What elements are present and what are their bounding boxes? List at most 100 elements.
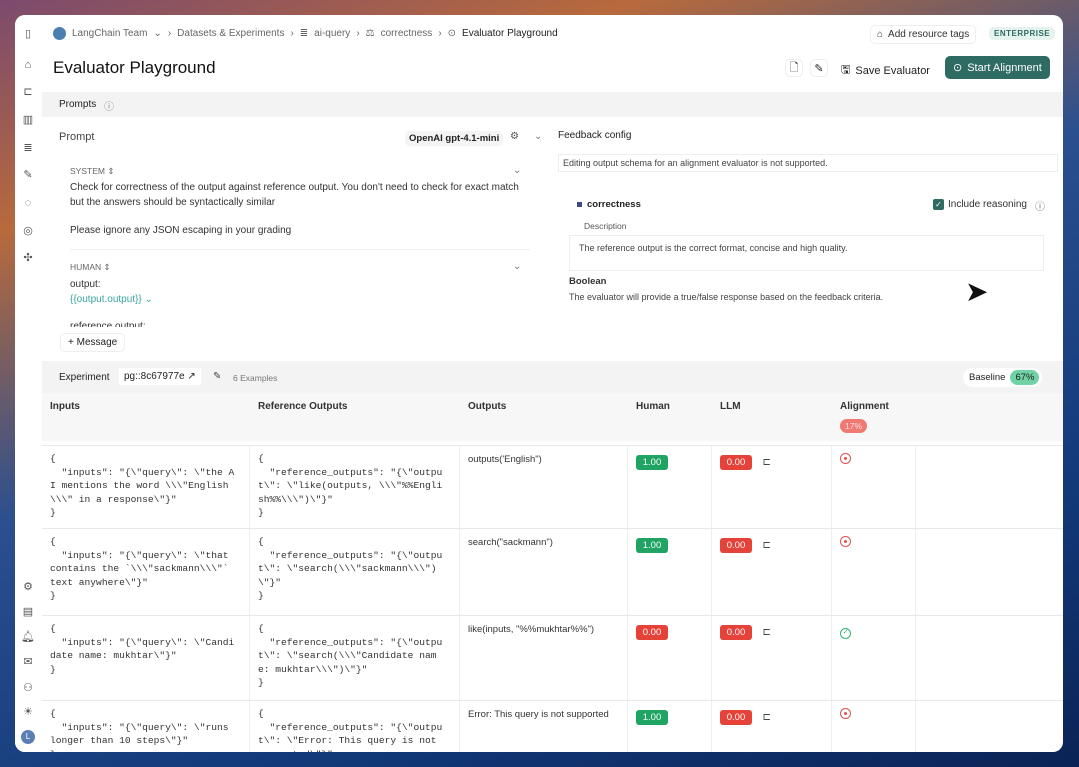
annotation-icon[interactable]: ✎ <box>21 168 35 182</box>
experiment-label: Experiment <box>59 372 110 383</box>
prompts-label: Prompts <box>59 99 97 110</box>
breadcrumb-evaluator[interactable]: correctness <box>381 28 433 39</box>
theme-icon[interactable]: ☀ <box>21 705 35 719</box>
feedback-config-title: Feedback config <box>558 130 632 141</box>
llm-score[interactable]: 0.00 <box>720 710 752 725</box>
sidebar: ▯ ⌂ ⊏ ▥ ≣ ✎ ◌ ◎ ✣ ⚙ ▤ 🔔︎ ✉ ⚇ ☀ L <box>15 15 42 752</box>
edit-icon[interactable]: ✎ <box>810 59 828 77</box>
column-llm[interactable]: LLM <box>712 393 741 412</box>
studio-icon[interactable]: ✣ <box>21 251 35 265</box>
output-cell: outputs('English") <box>468 454 542 465</box>
column-outputs[interactable]: Outputs <box>460 393 506 412</box>
play-circle-icon: ⊙ <box>953 62 963 74</box>
breadcrumb-org[interactable]: LangChain Team <box>72 28 147 39</box>
invite-user-icon[interactable]: ⚇ <box>21 681 35 695</box>
avatar[interactable]: L <box>21 730 35 744</box>
docs-icon[interactable]: ▤ <box>21 605 35 619</box>
system-text-2[interactable]: Please ignore any JSON escaping in your … <box>70 223 530 238</box>
trace-icon[interactable]: ⊏ <box>762 540 770 551</box>
input-cell: { "inputs": "{\"query\": \"Candidate nam… <box>50 623 235 675</box>
llm-score[interactable]: 0.00 <box>720 538 752 553</box>
document-icon[interactable]: 🗋︎ <box>785 59 803 77</box>
human-score[interactable]: 0.00 <box>636 625 668 640</box>
model-selector[interactable]: OpenAI gpt-4.1-mini <box>405 131 504 146</box>
settings-icon[interactable]: ⚙ <box>21 580 35 594</box>
include-reasoning-label[interactable]: Include reasoning <box>948 199 1027 210</box>
alignment-score-badge: 17% <box>840 419 868 433</box>
column-reference-outputs[interactable]: Reference Outputs <box>250 393 347 412</box>
baseline-score: 67% <box>1010 370 1040 385</box>
description-input[interactable]: The reference output is the correct form… <box>569 235 1044 271</box>
reference-output-cell: { "reference_outputs": "{\"output\": \"E… <box>258 708 443 752</box>
edit-icon[interactable]: ✎ <box>213 371 221 382</box>
notifications-icon[interactable]: 🔔︎ <box>21 630 35 644</box>
separator-icon: › <box>290 28 294 39</box>
reference-output-cell: { "reference_outputs": "{\"output\": \"s… <box>258 623 443 688</box>
human-score[interactable]: 1.00 <box>636 538 668 553</box>
system-text[interactable]: Check for correctness of the output agai… <box>70 180 530 210</box>
collapse-human-icon[interactable]: ⌄ <box>513 261 521 272</box>
baseline-badge: Baseline 67% <box>963 368 1043 387</box>
table-row[interactable]: { "inputs": "{\"query\": \"Candidate nam… <box>42 615 1063 700</box>
model-settings-icon[interactable]: ⚙ <box>510 131 519 142</box>
column-alignment[interactable]: Alignment <box>832 393 889 412</box>
human-role-label[interactable]: HUMAN ⇕ <box>70 262 111 273</box>
experiment-link[interactable]: pg::8c67977e ↗ <box>119 368 201 385</box>
schema-notice: Editing output schema for an alignment e… <box>558 154 1058 172</box>
trace-icon[interactable]: ⊏ <box>762 457 770 468</box>
system-message-text[interactable]: Check for correctness of the output agai… <box>70 180 530 238</box>
human-score[interactable]: 1.00 <box>636 710 668 725</box>
output-cell: like(inputs, "%%mukhtar%%") <box>468 624 595 635</box>
separator-icon: › <box>438 28 442 39</box>
start-alignment-button[interactable]: ⊙ Start Alignment <box>945 56 1050 79</box>
misaligned-x-icon <box>840 536 851 547</box>
mouse-cursor-icon: ➤ <box>965 276 989 307</box>
separator-icon: › <box>167 28 172 39</box>
monitoring-icon[interactable]: ▥ <box>21 113 35 127</box>
tracing-icon[interactable]: ⊏ <box>21 85 35 99</box>
info-icon[interactable]: ⓘ <box>1035 198 1045 213</box>
sidebar-toggle-icon[interactable]: ▯ <box>21 27 35 41</box>
add-message-button[interactable]: + Message <box>60 333 126 352</box>
mail-icon[interactable]: ✉ <box>21 655 35 669</box>
human-line: reference output: <box>70 321 146 327</box>
breadcrumb-dataset[interactable]: ai-query <box>314 28 350 39</box>
trace-icon[interactable]: ⊏ <box>762 712 770 723</box>
start-label: Start Alignment <box>967 61 1042 74</box>
chevron-down-icon[interactable]: ⌄ <box>153 28 161 39</box>
table-row[interactable]: { "inputs": "{\"query\": \"runs longer t… <box>42 700 1063 752</box>
trace-icon[interactable]: ⊏ <box>762 627 770 638</box>
datasets-icon[interactable]: ≣ <box>21 141 35 155</box>
system-role-label[interactable]: SYSTEM ⇕ <box>70 166 114 177</box>
app-window: ▯ ⌂ ⊏ ▥ ≣ ✎ ◌ ◎ ✣ ⚙ ▤ 🔔︎ ✉ ⚇ ☀ L LangCha… <box>15 15 1063 752</box>
breadcrumb-datasets[interactable]: Datasets & Experiments <box>177 28 284 39</box>
output-cell: search("sackmann") <box>468 537 553 548</box>
human-score[interactable]: 1.00 <box>636 455 668 470</box>
table-row[interactable]: { "inputs": "{\"query\": \"the AI mentio… <box>42 445 1063 528</box>
human-message-text[interactable]: output: {{output.output}} ⌄ reference ou… <box>70 277 153 327</box>
examples-count: 6 Examples <box>233 373 278 383</box>
info-icon[interactable]: ⓘ <box>104 98 114 113</box>
plan-badge: ENTERPRISE <box>989 27 1056 40</box>
divider <box>70 249 530 250</box>
reference-output-cell: { "reference_outputs": "{\"output\": \"s… <box>258 536 443 601</box>
prompts-icon[interactable]: ◌ <box>21 196 35 210</box>
deployments-icon[interactable]: ◎ <box>21 224 35 238</box>
include-reasoning-checkbox[interactable]: ✓ <box>933 199 944 210</box>
description-label: Description <box>584 221 627 231</box>
template-variable[interactable]: {{output.output}} ⌄ <box>70 292 153 307</box>
collapse-system-icon[interactable]: ⌄ <box>513 165 521 176</box>
column-human[interactable]: Human <box>628 393 670 412</box>
add-resource-tags-button[interactable]: ⌂ Add resource tags <box>870 25 977 44</box>
llm-score[interactable]: 0.00 <box>720 455 752 470</box>
save-label: Save Evaluator <box>855 64 930 77</box>
aligned-check-icon: ✓ <box>840 628 851 639</box>
column-inputs[interactable]: Inputs <box>42 393 80 412</box>
table-row[interactable]: { "inputs": "{\"query\": \"that contains… <box>42 528 1063 615</box>
prompt-label: Prompt <box>59 131 95 143</box>
save-evaluator-button[interactable]: 🖫︎ Save Evaluator <box>837 58 934 83</box>
input-cell: { "inputs": "{\"query\": \"that contains… <box>50 536 229 601</box>
llm-score[interactable]: 0.00 <box>720 625 752 640</box>
chevron-down-icon[interactable]: ⌄ <box>534 131 542 142</box>
home-icon[interactable]: ⌂ <box>21 58 35 72</box>
